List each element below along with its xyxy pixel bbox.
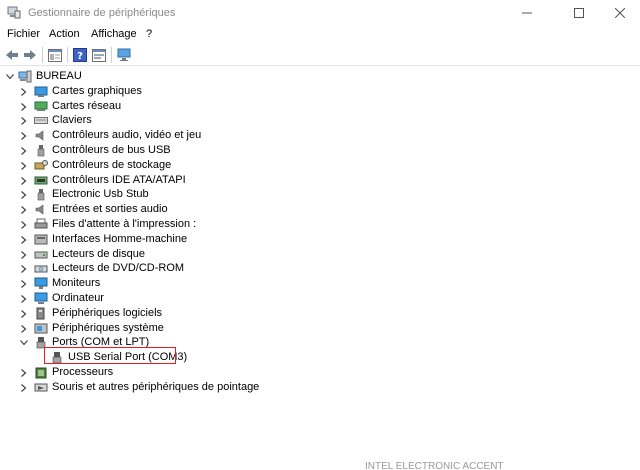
- chevron-right-icon[interactable]: [19, 367, 29, 379]
- chevron-right-icon[interactable]: [19, 234, 29, 246]
- tree-category-label[interactable]: Lecteurs de disque: [52, 247, 145, 262]
- properties-icon[interactable]: [90, 46, 108, 64]
- dvd-icon: [34, 262, 48, 275]
- menu-help[interactable]: ?: [146, 28, 152, 40]
- tree-category-label[interactable]: Contrôleurs IDE ATA/ATAPI: [52, 173, 186, 188]
- tree-category-label[interactable]: Contrôleurs de stockage: [52, 158, 171, 173]
- chevron-right-icon[interactable]: [19, 308, 29, 320]
- chevron-right-icon[interactable]: [19, 160, 29, 172]
- storage-controller-icon: [34, 159, 48, 172]
- toolbar: ?: [0, 44, 640, 66]
- chevron-right-icon[interactable]: [19, 263, 29, 275]
- chevron-right-icon[interactable]: [19, 115, 29, 127]
- display-adapter-icon: [34, 85, 48, 98]
- device-manager-icon: [7, 6, 21, 19]
- printer-icon: [34, 218, 48, 231]
- tree-category-label[interactable]: Contrôleurs de bus USB: [52, 143, 171, 158]
- back-arrow-icon[interactable]: [3, 46, 21, 64]
- show-hide-tree-icon[interactable]: [46, 46, 64, 64]
- tree-category-label[interactable]: Périphériques logiciels: [52, 306, 162, 321]
- maximize-button[interactable]: [556, 0, 602, 26]
- toolbar-separator: [67, 47, 68, 63]
- tree-category-label[interactable]: Processeurs: [52, 365, 113, 380]
- menu-affichage[interactable]: Affichage: [91, 28, 137, 40]
- window-title: Gestionnaire de périphériques: [28, 7, 176, 19]
- toolbar-separator: [111, 47, 112, 63]
- menu-action[interactable]: Action: [49, 28, 80, 40]
- chevron-right-icon[interactable]: [19, 219, 29, 231]
- monitor-icon: [34, 277, 48, 290]
- speaker-icon: [34, 129, 48, 142]
- chevron-right-icon[interactable]: [19, 189, 29, 201]
- usb-icon: [34, 144, 48, 157]
- software-device-icon: [34, 307, 48, 320]
- title-bar: Gestionnaire de périphériques: [0, 0, 640, 26]
- network-adapter-icon: [34, 100, 48, 113]
- menu-bar: Fichier Action Affichage ?: [0, 26, 640, 44]
- hid-icon: [34, 233, 48, 246]
- speaker-icon: [34, 203, 48, 216]
- usb-icon: [34, 188, 48, 201]
- tree-category-label[interactable]: Souris et autres périphériques de pointa…: [52, 380, 259, 395]
- svg-text:?: ?: [77, 51, 83, 62]
- help-icon[interactable]: ?: [71, 46, 89, 64]
- keyboard-icon: [34, 114, 48, 127]
- menu-fichier[interactable]: Fichier: [7, 28, 40, 40]
- chevron-right-icon[interactable]: [19, 323, 29, 335]
- computer-root-icon: [18, 70, 32, 83]
- highlight-box: [44, 347, 176, 364]
- tree-category-label[interactable]: Claviers: [52, 113, 92, 128]
- ide-controller-icon: [34, 174, 48, 187]
- tree-category-label[interactable]: Moniteurs: [52, 276, 100, 291]
- processor-icon: [34, 366, 48, 379]
- tree-category-label[interactable]: Cartes graphiques: [52, 84, 142, 99]
- tree-category-label[interactable]: Interfaces Homme-machine: [52, 232, 187, 247]
- tree-category-label[interactable]: Lecteurs de DVD/CD-ROM: [52, 261, 184, 276]
- forward-arrow-icon[interactable]: [21, 46, 39, 64]
- device-tree[interactable]: BUREAU Cartes graphiques Cartes réseau Cla…: [0, 66, 640, 470]
- chevron-right-icon[interactable]: [19, 249, 29, 261]
- tree-category-label[interactable]: Files d'attente à l'impression :: [52, 217, 196, 232]
- chevron-down-icon[interactable]: [19, 337, 29, 349]
- tree-category-label[interactable]: Electronic Usb Stub: [52, 187, 149, 202]
- monitor-scan-icon[interactable]: [115, 46, 133, 64]
- tree-category-label[interactable]: Périphériques système: [52, 321, 164, 336]
- chevron-right-icon[interactable]: [19, 145, 29, 157]
- chevron-right-icon[interactable]: [19, 204, 29, 216]
- chevron-right-icon[interactable]: [19, 382, 29, 394]
- tree-category-label[interactable]: Cartes réseau: [52, 99, 121, 114]
- minimize-button[interactable]: [504, 0, 550, 26]
- close-button[interactable]: [600, 0, 640, 26]
- chevron-right-icon[interactable]: [19, 101, 29, 113]
- chevron-down-icon[interactable]: [5, 71, 15, 83]
- tree-category-label[interactable]: Entrées et sorties audio: [52, 202, 168, 217]
- chevron-right-icon[interactable]: [19, 293, 29, 305]
- cropped-text-fragment: INTEL ELECTRONIC ACCENT: [365, 461, 504, 470]
- computer-icon: [34, 292, 48, 305]
- mouse-icon: [34, 381, 48, 394]
- tree-category-label[interactable]: Ordinateur: [52, 291, 104, 306]
- chevron-right-icon[interactable]: [19, 130, 29, 142]
- tree-root-label[interactable]: BUREAU: [36, 69, 82, 84]
- tree-category-label[interactable]: Contrôleurs audio, vidéo et jeu: [52, 128, 201, 143]
- toolbar-separator: [42, 47, 43, 63]
- system-device-icon: [34, 322, 48, 335]
- chevron-right-icon[interactable]: [19, 278, 29, 290]
- chevron-right-icon[interactable]: [19, 86, 29, 98]
- disk-drive-icon: [34, 248, 48, 261]
- chevron-right-icon[interactable]: [19, 175, 29, 187]
